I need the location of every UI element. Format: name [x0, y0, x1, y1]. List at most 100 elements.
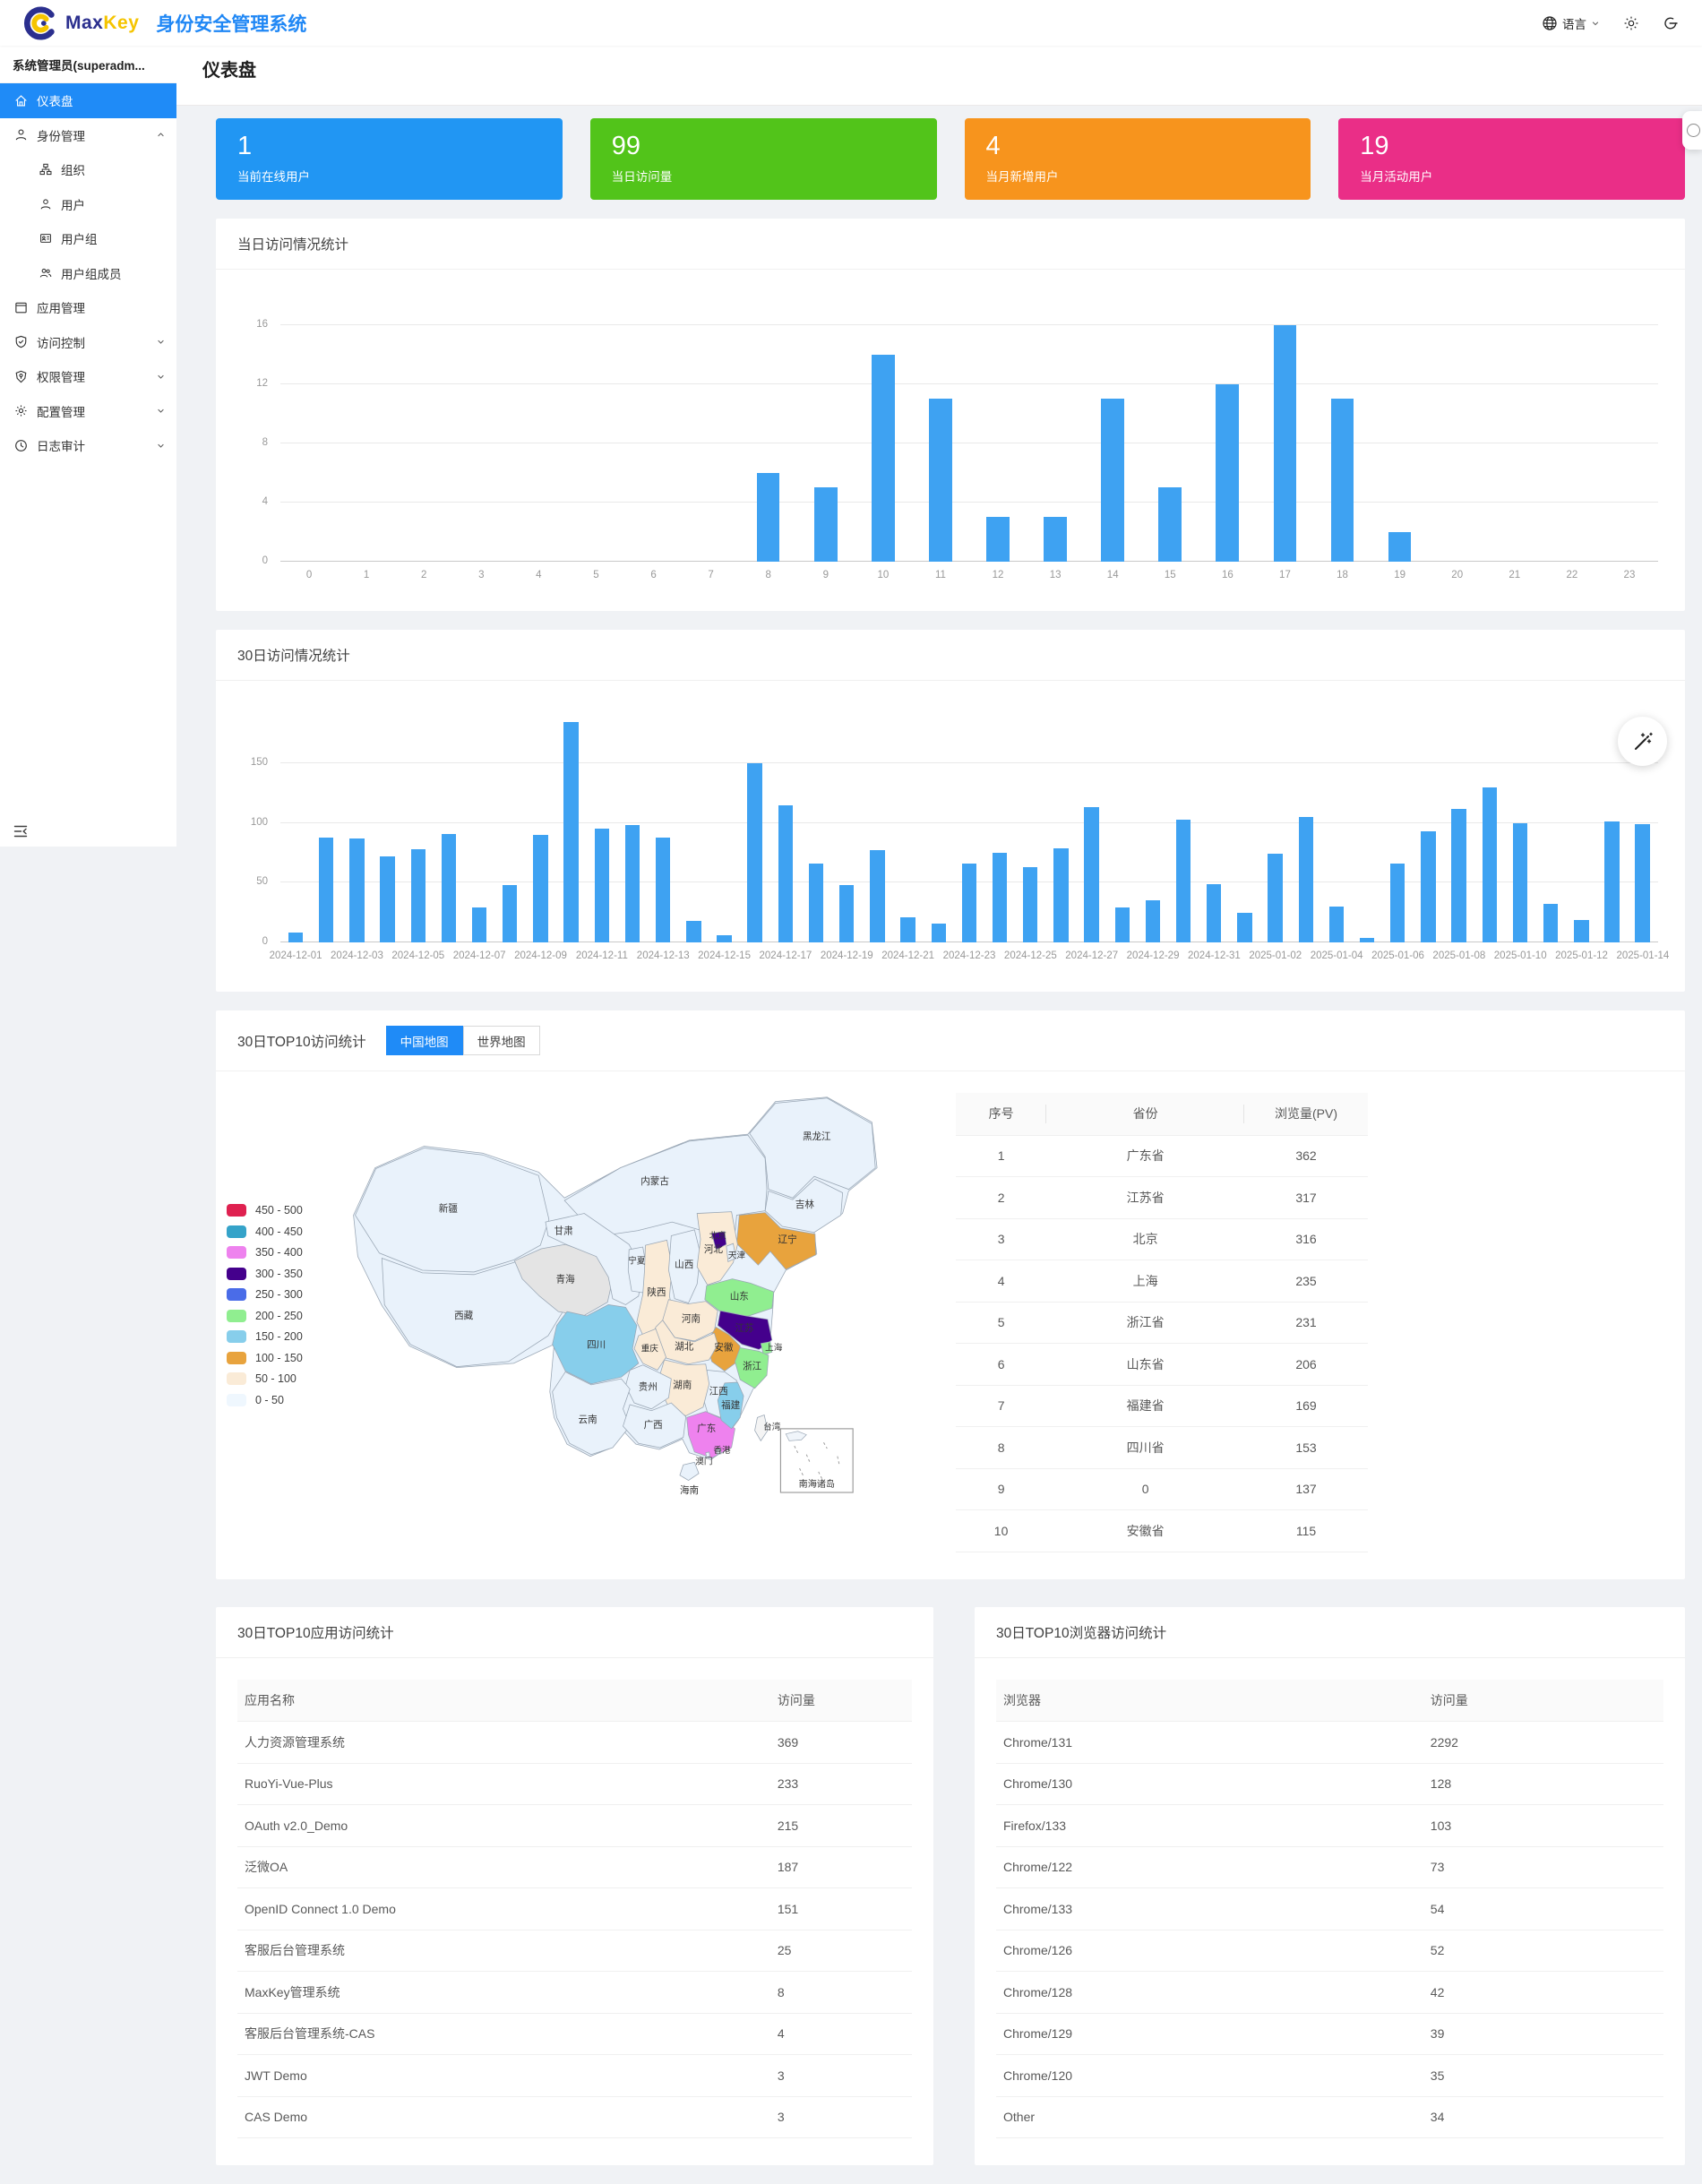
bar-2024-12-26[interactable] — [1053, 848, 1068, 942]
bar-2024-12-13[interactable] — [656, 838, 670, 942]
bar-2024-12-02[interactable] — [319, 838, 333, 942]
bar-2024-12-30[interactable] — [1176, 820, 1191, 942]
bar-2024-12-04[interactable] — [380, 856, 394, 942]
china-map[interactable]: 黑龙江吉林辽宁内蒙古新疆西藏青海甘肃宁夏陕西山西河北北京天津山东河南江苏安徽上海… — [345, 1084, 879, 1501]
legend-item[interactable]: 200 - 250 — [227, 1310, 345, 1322]
x-tick-label: 2025-01-14 — [1616, 950, 1669, 961]
bar-2025-01-02[interactable] — [1268, 854, 1282, 942]
bar-2024-12-10[interactable] — [563, 722, 578, 942]
monthly-visits-x-axis: 2024-12-012024-12-032024-12-052024-12-07… — [280, 950, 1658, 977]
bar-2025-01-14[interactable] — [1635, 824, 1649, 942]
sidebar-item-配置管理[interactable]: 配置管理 — [0, 394, 176, 429]
bar-19[interactable] — [1388, 532, 1412, 562]
bar-2024-12-07[interactable] — [472, 907, 486, 942]
bar-2024-12-18[interactable] — [809, 864, 823, 942]
bar-2024-12-27[interactable] — [1084, 807, 1098, 942]
bar-2024-12-05[interactable] — [411, 849, 426, 942]
map-tab-世界地图[interactable]: 世界地图 — [463, 1026, 540, 1055]
bar-2025-01-07[interactable] — [1421, 831, 1435, 942]
bar-8[interactable] — [757, 473, 780, 562]
x-tick-label: 2024-12-31 — [1188, 950, 1241, 961]
menu-fold-icon[interactable] — [13, 823, 29, 839]
logout-icon[interactable] — [1663, 15, 1679, 31]
sidebar-item-日志审计[interactable]: 日志审计 — [0, 428, 176, 463]
bar-2024-12-24[interactable] — [993, 853, 1007, 942]
bar-2025-01-05[interactable] — [1360, 938, 1374, 942]
bar-2024-12-29[interactable] — [1146, 900, 1160, 942]
legend-item[interactable]: 400 - 450 — [227, 1225, 345, 1238]
legend-item[interactable]: 50 - 100 — [227, 1372, 345, 1385]
legend-item[interactable]: 150 - 200 — [227, 1330, 345, 1343]
bar-2024-12-03[interactable] — [349, 838, 364, 942]
sidebar-item-label: 应用管理 — [37, 298, 85, 316]
language-menu[interactable]: 语言 — [1542, 14, 1600, 32]
brand-title: MaxKey — [65, 13, 139, 34]
legend-item[interactable]: 450 - 500 — [227, 1204, 345, 1217]
bar-2025-01-13[interactable] — [1604, 821, 1619, 942]
bar-2024-12-09[interactable] — [533, 835, 547, 942]
bar-2024-12-21[interactable] — [900, 917, 915, 942]
sidebar-item-组织[interactable]: 组织 — [0, 152, 176, 187]
bar-2024-12-15[interactable] — [717, 935, 731, 942]
bar-2025-01-09[interactable] — [1483, 787, 1497, 942]
sidebar-item-用户[interactable]: 用户 — [0, 187, 176, 222]
current-user-label[interactable]: 系统管理员(superadm... — [0, 46, 176, 83]
legend-item[interactable]: 350 - 400 — [227, 1246, 345, 1259]
bar-2025-01-03[interactable] — [1299, 817, 1313, 942]
bar-18[interactable] — [1331, 399, 1354, 562]
legend-item[interactable]: 100 - 150 — [227, 1352, 345, 1364]
bar-2024-12-01[interactable] — [288, 933, 303, 942]
bar-2025-01-12[interactable] — [1574, 920, 1588, 942]
bar-2024-12-22[interactable] — [932, 924, 946, 942]
bar-2024-12-25[interactable] — [1023, 867, 1037, 942]
map-tab-中国地图[interactable]: 中国地图 — [386, 1026, 463, 1055]
table-cell: 39 — [1423, 2013, 1663, 2055]
column-header-省份: 省份 — [1046, 1093, 1244, 1135]
bar-2024-12-16[interactable] — [747, 763, 761, 942]
bar-2025-01-11[interactable] — [1543, 904, 1558, 942]
bar-2024-12-20[interactable] — [870, 850, 884, 942]
sidebar-item-仪表盘[interactable]: 仪表盘 — [0, 83, 176, 118]
sidebar-item-label: 组织 — [61, 160, 85, 178]
legend-item[interactable]: 250 - 300 — [227, 1288, 345, 1301]
bar-2024-12-31[interactable] — [1207, 884, 1221, 942]
province-label-浙江: 浙江 — [743, 1362, 762, 1372]
sidebar-item-应用管理[interactable]: 应用管理 — [0, 290, 176, 325]
bar-2025-01-08[interactable] — [1451, 809, 1466, 942]
x-tick-label: 2024-12-23 — [943, 950, 996, 961]
bar-2024-12-11[interactable] — [595, 829, 609, 942]
bar-14[interactable] — [1101, 399, 1124, 562]
bar-2024-12-28[interactable] — [1115, 907, 1130, 942]
bar-2025-01-04[interactable] — [1329, 907, 1344, 942]
bar-2025-01-06[interactable] — [1390, 864, 1405, 942]
legend-label: 0 - 50 — [255, 1394, 284, 1406]
bar-2024-12-08[interactable] — [503, 885, 517, 942]
bar-11[interactable] — [929, 399, 952, 562]
bar-2024-12-23[interactable] — [962, 864, 976, 942]
sidebar-item-用户组[interactable]: 用户组 — [0, 221, 176, 256]
legend-item[interactable]: 300 - 350 — [227, 1268, 345, 1280]
chevron-down-icon — [156, 372, 166, 382]
bar-12[interactable] — [986, 517, 1010, 562]
bar-2024-12-17[interactable] — [778, 805, 793, 942]
sidebar-item-身份管理[interactable]: 身份管理 — [0, 118, 176, 153]
bar-17[interactable] — [1274, 325, 1297, 562]
sidebar-item-用户组成员[interactable]: 用户组成员 — [0, 256, 176, 291]
help-tool-button[interactable] — [1682, 111, 1702, 150]
settings-gear-icon[interactable] — [1623, 15, 1639, 31]
bar-2024-12-12[interactable] — [625, 825, 640, 942]
bar-16[interactable] — [1216, 384, 1239, 562]
sidebar-item-权限管理[interactable]: 权限管理 — [0, 359, 176, 394]
annotate-wand-button[interactable] — [1618, 717, 1667, 766]
bar-2025-01-01[interactable] — [1237, 913, 1251, 942]
bar-15[interactable] — [1158, 487, 1182, 562]
legend-item[interactable]: 0 - 50 — [227, 1394, 345, 1406]
bar-2025-01-10[interactable] — [1513, 823, 1527, 942]
bar-9[interactable] — [814, 487, 838, 562]
bar-2024-12-19[interactable] — [839, 885, 854, 942]
bar-2024-12-06[interactable] — [442, 834, 456, 942]
sidebar-item-访问控制[interactable]: 访问控制 — [0, 325, 176, 360]
bar-2024-12-14[interactable] — [686, 921, 701, 942]
bar-13[interactable] — [1044, 517, 1067, 562]
bar-10[interactable] — [872, 355, 895, 562]
